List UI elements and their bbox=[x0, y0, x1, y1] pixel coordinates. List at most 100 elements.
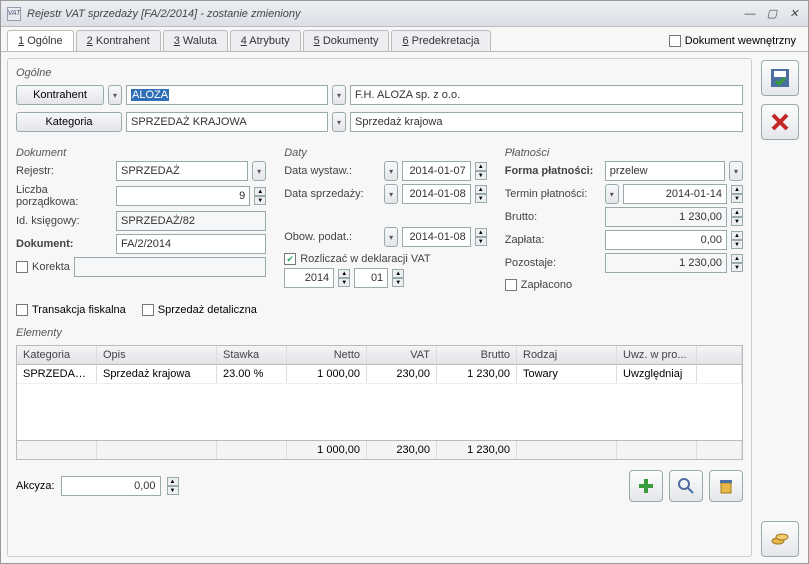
window: VAT Rejestr VAT sprzedaży [FA/2/2014] - … bbox=[0, 0, 809, 564]
lp-input[interactable]: 9 bbox=[116, 186, 250, 206]
titlebar: VAT Rejestr VAT sprzedaży [FA/2/2014] - … bbox=[1, 1, 808, 27]
group-elementy-title: Elementy bbox=[16, 327, 743, 339]
obow-cal[interactable] bbox=[384, 227, 398, 247]
dekl-month-spin[interactable]: ▲▼ bbox=[392, 269, 404, 287]
rozliczac-label: Rozliczać w deklaracji VAT bbox=[300, 253, 430, 265]
delete-button[interactable] bbox=[709, 470, 743, 502]
data-sprzed-input[interactable]: 2014-01-08 bbox=[402, 184, 471, 204]
internal-doc-label: Dokument wewnętrzny bbox=[685, 35, 796, 47]
kontrahent-name-input[interactable]: F.H. ALOZA sp. z o.o. bbox=[350, 85, 743, 105]
kontrahent-button[interactable]: Kontrahent bbox=[16, 85, 104, 105]
kategoria-code-input[interactable]: SPRZEDAŻ KRAJOWA bbox=[126, 112, 328, 132]
internal-doc-check-wrap: Dokument wewnętrzny bbox=[663, 35, 802, 47]
obow-spin[interactable]: ▲▼ bbox=[475, 228, 487, 246]
akcyza-spin[interactable]: ▲▼ bbox=[167, 477, 179, 495]
th-brutto[interactable]: Brutto bbox=[437, 346, 517, 364]
maximize-button[interactable]: ▢ bbox=[764, 7, 780, 21]
tab-atrybuty[interactable]: 4 Atrybuty bbox=[230, 30, 301, 51]
fiscal-label: Transakcja fiskalna bbox=[32, 304, 126, 316]
save-button[interactable] bbox=[761, 60, 799, 96]
cancel-button[interactable] bbox=[761, 104, 799, 140]
data-wystaw-cal[interactable] bbox=[384, 161, 398, 181]
th-uwz[interactable]: Uwz. w pro... bbox=[617, 346, 697, 364]
table-row[interactable]: SPRZEDAŻ ... Sprzedaż krajowa 23.00 % 1 … bbox=[17, 365, 742, 384]
lookup-button[interactable] bbox=[669, 470, 703, 502]
doknr-label: Dokument: bbox=[16, 238, 112, 250]
data-sprzed-cal[interactable] bbox=[384, 184, 398, 204]
kontrahent-code-dropdown[interactable] bbox=[332, 85, 346, 105]
tab-waluta[interactable]: 3 Waluta bbox=[163, 30, 228, 51]
th-netto[interactable]: Netto bbox=[287, 346, 367, 364]
elements-table: Kategoria Opis Stawka Netto VAT Brutto R… bbox=[16, 345, 743, 460]
kategoria-button[interactable]: Kategoria bbox=[16, 112, 122, 132]
zaplata-input[interactable]: 0,00 bbox=[605, 230, 727, 250]
data-wystaw-input[interactable]: 2014-01-07 bbox=[402, 161, 471, 181]
pozostaje-spin[interactable]: ▲▼ bbox=[731, 254, 743, 272]
tab-general[interactable]: 1 Ogólne bbox=[7, 30, 74, 51]
termin-spin[interactable]: ▲▼ bbox=[731, 185, 743, 203]
x-icon bbox=[770, 112, 790, 132]
data-wystaw-label: Data wystaw.: bbox=[284, 165, 380, 177]
minimize-button[interactable]: — bbox=[742, 7, 758, 21]
plus-icon bbox=[637, 477, 655, 495]
dekl-year-spin[interactable]: ▲▼ bbox=[338, 269, 350, 287]
th-kategoria[interactable]: Kategoria bbox=[17, 346, 97, 364]
forma-dropdown[interactable] bbox=[729, 161, 743, 181]
dekl-year-input[interactable]: 2014 bbox=[284, 268, 334, 288]
obow-label: Obow. podat.: bbox=[284, 231, 380, 243]
lp-label: Liczba porządkowa: bbox=[16, 184, 112, 208]
dekl-month-input[interactable]: 01 bbox=[354, 268, 388, 288]
termin-label: Termin płatności: bbox=[505, 188, 601, 200]
forma-select[interactable]: przelew bbox=[605, 161, 725, 181]
brutto-spin[interactable]: ▲▼ bbox=[731, 208, 743, 226]
lp-spinner[interactable]: ▲▼ bbox=[254, 187, 266, 205]
kategoria-code-dropdown[interactable] bbox=[332, 112, 346, 132]
main-panel: Ogólne Kontrahent ALOZA F.H. ALOZA sp. z… bbox=[7, 58, 752, 557]
akcyza-input[interactable]: 0,00 bbox=[61, 476, 161, 496]
data-wystaw-spin[interactable]: ▲▼ bbox=[475, 162, 487, 180]
korekta-label: Korekta bbox=[32, 261, 70, 273]
th-opis[interactable]: Opis bbox=[97, 346, 217, 364]
add-button[interactable] bbox=[629, 470, 663, 502]
col-daty: Daty Data wystaw.: 2014-01-07 ▲▼ Data sp… bbox=[284, 143, 487, 294]
pozostaje-label: Pozostaje: bbox=[505, 257, 601, 269]
coins-button[interactable] bbox=[761, 521, 799, 557]
zaplacono-checkbox[interactable] bbox=[505, 279, 517, 291]
zaplata-spin[interactable]: ▲▼ bbox=[731, 231, 743, 249]
table-empty-area[interactable] bbox=[17, 384, 742, 440]
kontrahent-code-input[interactable]: ALOZA bbox=[126, 85, 328, 105]
col-platnosci: Płatności Forma płatności: przelew Termi… bbox=[505, 143, 743, 294]
zaplacono-label: Zapłacono bbox=[521, 279, 572, 291]
row-kategoria: Kategoria SPRZEDAŻ KRAJOWA Sprzedaż kraj… bbox=[16, 112, 743, 132]
akcyza-label: Akcyza: bbox=[16, 480, 55, 492]
korekta-checkbox[interactable] bbox=[16, 261, 28, 273]
zaplata-label: Zapłata: bbox=[505, 234, 601, 246]
row-fiscal-options: Transakcja fiskalna Sprzedaż detaliczna bbox=[16, 304, 743, 316]
data-sprzed-spin[interactable]: ▲▼ bbox=[475, 185, 487, 203]
th-stawka[interactable]: Stawka bbox=[217, 346, 287, 364]
rejestr-dropdown[interactable] bbox=[252, 161, 266, 181]
tab-dokumenty[interactable]: 5 Dokumenty bbox=[303, 30, 390, 51]
close-button[interactable]: ✕ bbox=[786, 7, 802, 21]
internal-doc-checkbox[interactable] bbox=[669, 35, 681, 47]
tab-kontrahent[interactable]: 2 Kontrahent bbox=[76, 30, 161, 51]
termin-cal[interactable] bbox=[605, 184, 619, 204]
th-vat[interactable]: VAT bbox=[367, 346, 437, 364]
row-kontrahent: Kontrahent ALOZA F.H. ALOZA sp. z o.o. bbox=[16, 85, 743, 105]
korekta-input bbox=[74, 257, 266, 277]
trash-icon bbox=[717, 477, 735, 495]
kontrahent-type-dropdown[interactable] bbox=[108, 85, 122, 105]
obow-input[interactable]: 2014-01-08 bbox=[402, 227, 471, 247]
rejestr-select[interactable]: SPRZEDAŻ bbox=[116, 161, 248, 181]
th-rodzaj[interactable]: Rodzaj bbox=[517, 346, 617, 364]
group-dokument-title: Dokument bbox=[16, 147, 266, 159]
termin-input[interactable]: 2014-01-14 bbox=[623, 184, 727, 204]
rozliczac-checkbox[interactable]: ✔ bbox=[284, 253, 296, 265]
doknr-input[interactable]: FA/2/2014 bbox=[116, 234, 266, 254]
app-icon: VAT bbox=[7, 7, 21, 21]
tab-predekretacja[interactable]: 6 Predekretacja bbox=[391, 30, 490, 51]
bottom-row: Akcyza: 0,00 ▲▼ bbox=[16, 470, 743, 502]
detal-checkbox[interactable] bbox=[142, 304, 154, 316]
kategoria-name-input[interactable]: Sprzedaż krajowa bbox=[350, 112, 743, 132]
fiscal-checkbox[interactable] bbox=[16, 304, 28, 316]
